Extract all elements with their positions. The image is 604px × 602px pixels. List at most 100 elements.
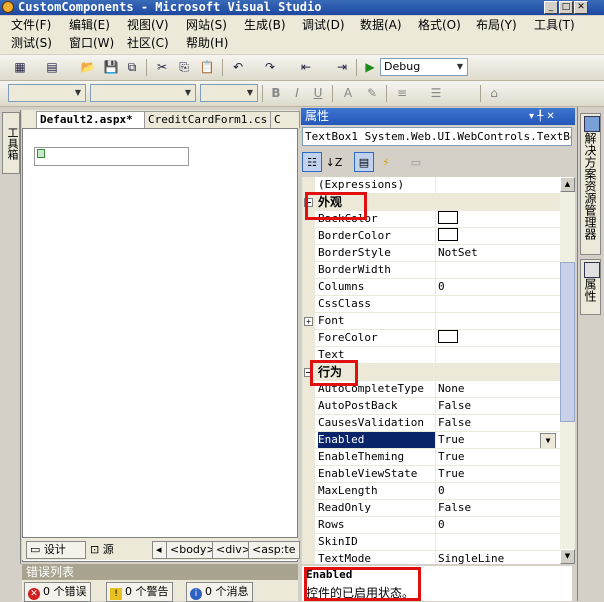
background-color-icon[interactable]: ✎ — [364, 85, 380, 101]
property-value[interactable] — [438, 262, 558, 278]
menu-website[interactable]: 网站(S) — [184, 17, 229, 34]
menu-data[interactable]: 数据(A) — [358, 17, 404, 34]
tab-default2-aspx[interactable]: Default2.aspx* — [36, 111, 148, 128]
property-row[interactable]: TextMode SingleLine — [302, 551, 560, 564]
font-size-combo[interactable]: ▼ — [200, 84, 258, 102]
source-view-button[interactable]: ⊡ 源 — [86, 541, 124, 559]
property-row[interactable]: Enabled True ▼ — [302, 432, 560, 449]
property-value[interactable] — [438, 313, 558, 329]
events-icon[interactable]: ⚡ — [376, 152, 396, 172]
add-item-icon[interactable]: ▤ — [44, 59, 60, 75]
redo-icon[interactable]: ↷ — [262, 59, 278, 75]
tab-properties[interactable]: 属性 — [580, 259, 601, 315]
block-format-combo[interactable]: ▼ — [8, 84, 86, 102]
font-name-combo[interactable]: ▼ — [90, 84, 196, 102]
design-view-button[interactable]: ▭ 设计 — [26, 541, 86, 559]
property-row[interactable]: AutoPostBack False — [302, 398, 560, 415]
property-row[interactable]: ReadOnly False — [302, 500, 560, 517]
property-value[interactable] — [438, 211, 558, 227]
property-row[interactable]: CausesValidation False — [302, 415, 560, 432]
property-row[interactable]: EnableTheming True — [302, 449, 560, 466]
property-value[interactable]: NotSet — [438, 245, 558, 261]
save-all-icon[interactable]: ⧉ — [124, 59, 140, 75]
property-value[interactable]: True — [438, 449, 558, 465]
save-icon[interactable]: 💾 — [103, 59, 119, 75]
scroll-down-icon[interactable]: ▼ — [560, 549, 575, 564]
property-value[interactable] — [438, 330, 558, 346]
scroll-up-icon[interactable]: ▲ — [560, 177, 575, 192]
property-row[interactable]: MaxLength 0 — [302, 483, 560, 500]
menu-community[interactable]: 社区(C) — [125, 35, 171, 52]
property-value[interactable]: True ▼ — [438, 432, 558, 448]
property-value[interactable]: False — [438, 415, 558, 431]
property-row[interactable]: Rows 0 — [302, 517, 560, 534]
textbox1-design-control[interactable] — [34, 147, 189, 166]
menu-debug[interactable]: 调试(D) — [300, 17, 347, 34]
errors-filter-button[interactable]: ✕ 0 个错误 — [24, 582, 91, 602]
navigate-forward-icon[interactable]: ⇥ — [334, 59, 350, 75]
property-value[interactable]: SingleLine — [438, 551, 558, 564]
toolbox-tab[interactable]: 工具箱 — [2, 112, 20, 174]
menu-format[interactable]: 格式(O) — [416, 17, 463, 34]
property-value[interactable]: None — [438, 381, 558, 397]
properties-view-icon[interactable]: ▤ — [354, 152, 374, 172]
maximize-button[interactable]: □ — [559, 1, 573, 14]
navigate-backward-icon[interactable]: ⇤ — [298, 59, 314, 75]
new-project-icon[interactable]: ▦ — [12, 59, 28, 75]
property-row[interactable]: CssClass — [302, 296, 560, 313]
tab-solution-explorer[interactable]: 解决方案资源管理器 — [580, 113, 601, 255]
alphabetical-icon[interactable]: ↓Z — [324, 152, 344, 172]
property-row[interactable]: SkinID — [302, 534, 560, 551]
property-value[interactable]: False — [438, 398, 558, 414]
pane-controls-icon[interactable]: ▾ ╀ ✕ — [529, 108, 555, 125]
menu-build[interactable]: 生成(B) — [242, 17, 288, 34]
paste-icon[interactable]: 📋 — [199, 59, 215, 75]
messages-filter-button[interactable]: i0 个消息 — [186, 582, 253, 602]
expand-icon[interactable]: + — [304, 317, 313, 326]
property-value[interactable]: 0 — [438, 483, 558, 499]
menu-help[interactable]: 帮助(H) — [184, 35, 230, 52]
bulleted-list-icon[interactable]: ☰ — [428, 85, 444, 101]
chevron-down-icon[interactable]: ▼ — [540, 433, 556, 448]
start-debugging-icon[interactable]: ▶ — [362, 59, 378, 75]
open-file-icon[interactable]: 📂 — [80, 59, 96, 75]
menu-layout[interactable]: 布局(Y) — [474, 17, 519, 34]
copy-icon[interactable]: ⎘ — [176, 59, 192, 75]
categorized-icon[interactable]: ☷ — [302, 152, 322, 172]
property-value[interactable] — [438, 296, 558, 312]
property-grid-scrollbar[interactable]: ▲ ▼ — [560, 177, 575, 564]
justify-icon[interactable]: ≡ — [394, 85, 410, 101]
property-row[interactable]: BorderStyle NotSet — [302, 245, 560, 262]
tab-creditcardform1-cs[interactable]: CreditCardForm1.cs — [144, 111, 274, 128]
underline-icon[interactable]: U — [310, 85, 326, 101]
insert-image-icon[interactable]: ⌂ — [486, 85, 502, 101]
property-value[interactable] — [438, 534, 558, 550]
property-row[interactable]: BorderWidth — [302, 262, 560, 279]
menu-edit[interactable]: 编辑(E) — [67, 17, 112, 34]
foreground-color-icon[interactable]: A — [340, 85, 356, 101]
cut-icon[interactable]: ✂ — [154, 59, 170, 75]
solution-configuration-combo[interactable]: Debug ▼ — [380, 58, 468, 76]
bold-icon[interactable]: B — [268, 85, 284, 101]
property-value[interactable]: 0 — [438, 279, 558, 295]
undo-icon[interactable]: ↶ — [230, 59, 246, 75]
menu-file[interactable]: 文件(F) — [9, 17, 53, 34]
property-value[interactable] — [438, 228, 558, 244]
menu-test[interactable]: 测试(S) — [9, 35, 54, 52]
object-selector-combo[interactable]: TextBox1 System.Web.UI.WebControls.TextB… — [302, 127, 572, 146]
menu-tools[interactable]: 工具(T) — [532, 17, 577, 34]
menu-view[interactable]: 视图(V) — [125, 17, 171, 34]
property-row[interactable]: ForeColor — [302, 330, 560, 347]
breadcrumb-asp-textbox[interactable]: <asp:te — [248, 541, 300, 559]
close-button[interactable]: ✕ — [574, 1, 588, 14]
scroll-thumb[interactable] — [560, 262, 575, 422]
tab-overflow[interactable]: C — [270, 111, 300, 128]
property-row[interactable]: EnableViewState True — [302, 466, 560, 483]
minimize-button[interactable]: _ — [544, 1, 558, 14]
property-value[interactable]: 0 — [438, 517, 558, 533]
design-surface[interactable] — [22, 110, 298, 562]
warnings-filter-button[interactable]: ! 0 个警告 — [106, 582, 173, 602]
italic-icon[interactable]: I — [289, 85, 305, 101]
property-value[interactable] — [438, 347, 558, 363]
property-value[interactable]: True — [438, 466, 558, 482]
